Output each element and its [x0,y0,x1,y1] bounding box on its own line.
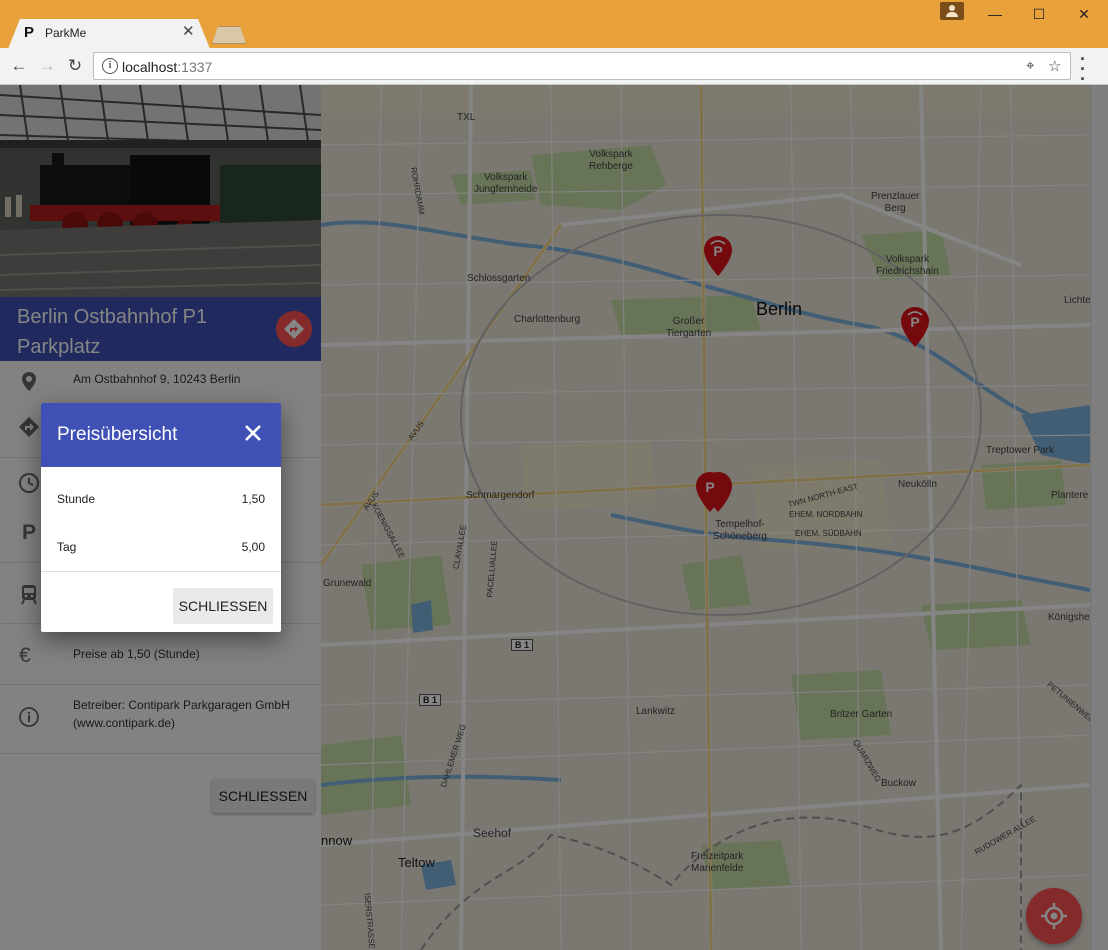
tab-title: ParkMe [45,26,87,40]
price-label: Tag [57,540,77,554]
address-bar[interactable]: i localhost:1337 ⌖ ☆ [93,52,1071,80]
new-tab-button[interactable] [212,26,246,44]
price-row-day: Tag 5,00 [57,540,265,560]
tab-close-icon[interactable]: ✕ [182,22,195,40]
maximize-icon[interactable]: ☐ [1028,6,1050,23]
price-value: 5,00 [241,540,265,554]
dialog-close-button[interactable]: SCHLIESSEN [173,588,273,624]
price-row-hour: Stunde 1,50 [57,492,265,512]
price-label: Stunde [57,492,96,506]
price-dialog: Preisübersicht Stunde 1,50 Tag 5,00 SCHL… [41,403,281,632]
tab-favicon: P [24,24,35,41]
browser-titlebar: P ParkMe ✕ — ☐ ✕ [0,0,1108,49]
minimize-icon[interactable]: — [984,6,1006,22]
window-close-icon[interactable]: ✕ [1073,6,1095,23]
dialog-title: Preisübersicht [57,424,178,445]
browser-menu-icon[interactable]: · · · [1080,50,1086,88]
close-icon[interactable] [241,421,265,445]
price-value: 1,50 [241,492,265,506]
bookmark-star-icon[interactable]: ☆ [1048,57,1061,75]
location-icon[interactable]: ⌖ [1026,57,1034,74]
info-icon[interactable]: i [102,58,118,74]
forward-icon[interactable]: → [36,55,58,77]
back-icon[interactable]: ← [8,55,30,77]
profile-icon[interactable] [940,2,964,20]
url-text: localhost:1337 [122,59,213,75]
browser-tab[interactable] [8,19,210,49]
dialog-header: Preisübersicht [41,403,281,467]
browser-toolbar: ← → ↻ i localhost:1337 ⌖ ☆ · · · [0,48,1108,88]
reload-icon[interactable]: ↻ [64,55,86,77]
dialog-divider [41,571,281,572]
